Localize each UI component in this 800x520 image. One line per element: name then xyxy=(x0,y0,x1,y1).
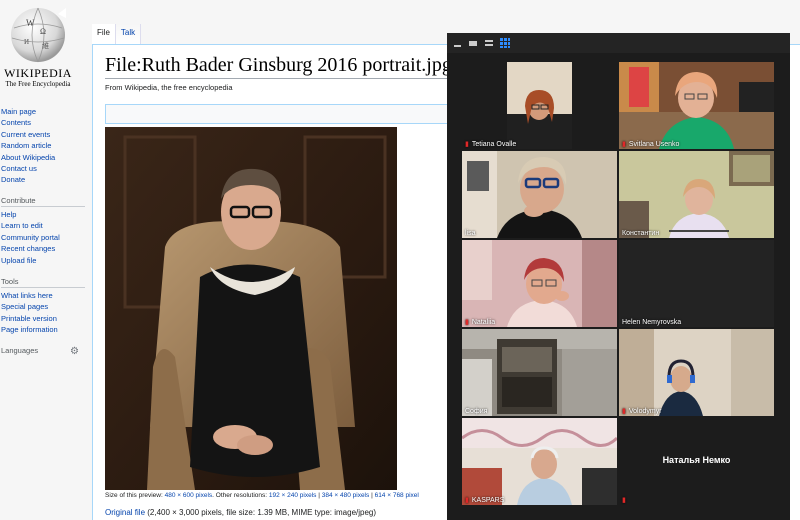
tab-talk[interactable]: Talk xyxy=(115,24,142,44)
participant-tile[interactable]: ▮ Volodymyr xyxy=(619,329,774,416)
resolution-link[interactable]: 384 × 480 pixels xyxy=(322,492,370,499)
svg-text:Ω: Ω xyxy=(40,27,46,36)
participant-video xyxy=(462,62,617,149)
nav-heading-languages: Languages xyxy=(1,346,39,355)
nav-link-help[interactable]: Help xyxy=(1,209,89,220)
wikipedia-wordmark: Wikipedia xyxy=(4,66,72,80)
participant-name: ▮ Nataliia xyxy=(465,319,496,326)
nav-link-contact[interactable]: Contact us xyxy=(1,163,89,174)
nav-link-current-events[interactable]: Current events xyxy=(1,129,89,140)
mic-muted-icon: ▮ xyxy=(622,408,626,415)
mic-muted-icon: ▮ xyxy=(465,497,469,504)
mic-muted-icon: ▮ xyxy=(622,141,626,148)
participant-tile-no-video[interactable]: Наталья Немко ▮ xyxy=(619,418,774,505)
participant-tile[interactable]: ▮ KASPARS xyxy=(462,418,617,505)
original-file-line: Original file (2,400 × 3,000 pixels, fil… xyxy=(105,508,376,517)
portrait-image[interactable] xyxy=(105,127,397,490)
nav-link-learn-to-edit[interactable]: Learn to edit xyxy=(1,220,89,231)
svg-text:И: И xyxy=(24,38,29,46)
preview-size-link[interactable]: 480 × 600 pixels xyxy=(165,492,213,499)
nav-contribute: Help Learn to edit Community portal Rece… xyxy=(1,209,89,266)
resolution-link[interactable]: 614 × 768 pixel xyxy=(375,492,419,499)
mic-muted-icon: ▮ xyxy=(465,319,469,326)
screen: W Ω И 維 Wikipedia The Free Encyclopedia … xyxy=(0,0,800,520)
nav-link-page-information[interactable]: Page information xyxy=(1,324,89,335)
mic-muted-icon: ▮ xyxy=(622,497,626,504)
participant-tile[interactable]: София xyxy=(462,329,617,416)
nav-divider xyxy=(1,287,85,288)
participant-video xyxy=(462,418,617,505)
strip-view-icon[interactable] xyxy=(483,37,495,49)
nav-main: Main page Contents Current events Random… xyxy=(1,106,89,186)
participant-tile[interactable]: ▮ Nataliia xyxy=(462,240,617,327)
participant-name: Helen Nemyrovska xyxy=(622,319,682,326)
nav-link-what-links-here[interactable]: What links here xyxy=(1,290,89,301)
original-file-link[interactable]: Original file xyxy=(105,508,145,517)
nav-link-printable-version[interactable]: Printable version xyxy=(1,313,89,324)
wikipedia-globe-logo[interactable]: W Ω И 維 xyxy=(6,4,70,64)
participant-name: ▮ Tetiana Ovalle xyxy=(465,141,517,148)
svg-text:維: 維 xyxy=(42,41,49,50)
participant-video xyxy=(462,151,617,238)
page-tabs: File Talk xyxy=(92,24,142,44)
nav-link-donate[interactable]: Donate xyxy=(1,174,89,185)
participant-name: ▮ Svitlana Usenko xyxy=(622,141,680,148)
participant-name: Константин xyxy=(622,230,660,237)
participant-name: ▮ KASPARS xyxy=(465,497,505,504)
svg-text:W: W xyxy=(26,18,35,28)
nav-link-upload-file[interactable]: Upload file xyxy=(1,255,89,266)
participant-name: ▮ Volodymyr xyxy=(622,408,662,415)
other-res-prefix: . Other resolutions: xyxy=(212,492,268,499)
speaker-view-icon[interactable] xyxy=(467,37,479,49)
wiki-sidebar: W Ω И 維 Wikipedia The Free Encyclopedia … xyxy=(0,0,92,520)
mic-muted-icon: ▮ xyxy=(465,141,469,148)
participant-tile-no-video[interactable]: Helen Nemyrovska xyxy=(619,240,774,327)
nav-link-about[interactable]: About Wikipedia xyxy=(1,152,89,163)
participant-video xyxy=(619,62,774,149)
gear-icon[interactable]: ⚙ xyxy=(70,346,79,357)
participant-video xyxy=(462,240,617,327)
gallery-view-icon[interactable] xyxy=(499,37,511,49)
preview-prefix: Size of this preview: xyxy=(105,492,163,499)
file-toc-bar xyxy=(105,104,457,124)
nav-link-special-pages[interactable]: Special pages xyxy=(1,301,89,312)
wikipedia-tagline: The Free Encyclopedia xyxy=(5,80,71,88)
nav-link-random-article[interactable]: Random article xyxy=(1,140,89,151)
nav-link-contents[interactable]: Contents xyxy=(1,117,89,128)
title-divider xyxy=(105,78,465,79)
participant-video xyxy=(619,329,774,416)
mic-muted-indicator: ▮ xyxy=(622,496,629,504)
nav-link-recent-changes[interactable]: Recent changes xyxy=(1,243,89,254)
participant-video xyxy=(619,151,774,238)
nav-heading-contribute: Contribute xyxy=(1,196,36,205)
participant-name: lisa xyxy=(465,230,476,237)
participant-video xyxy=(462,329,617,416)
from-line: From Wikipedia, the free encyclopedia xyxy=(105,83,233,92)
participant-tile[interactable]: ▮ Tetiana Ovalle xyxy=(462,62,617,149)
view-toolbar xyxy=(447,33,790,53)
participant-tile-active-speaker[interactable]: lisa xyxy=(462,151,617,238)
minimize-icon[interactable] xyxy=(452,37,464,49)
nav-link-main-page[interactable]: Main page xyxy=(1,106,89,117)
resolution-link[interactable]: 192 × 240 pixels xyxy=(269,492,317,499)
participant-display-name: Наталья Немко xyxy=(662,455,731,465)
tab-file[interactable]: File xyxy=(92,24,116,44)
participant-name: София xyxy=(465,408,488,415)
nav-tools: What links here Special pages Printable … xyxy=(1,290,89,336)
original-file-info: (2,400 × 3,000 pixels, file size: 1.39 M… xyxy=(147,508,377,517)
page-title: File:Ruth Bader Ginsburg 2016 portrait.j… xyxy=(105,54,452,76)
preview-size-line: Size of this preview: 480 × 600 pixels. … xyxy=(105,492,419,499)
nav-divider xyxy=(1,206,85,207)
video-call-window[interactable]: ▮ Tetiana Ovalle ▮ Svitlana Usenko lisa … xyxy=(447,33,790,520)
nav-heading-tools: Tools xyxy=(1,277,19,286)
nav-link-community-portal[interactable]: Community portal xyxy=(1,232,89,243)
participant-tile[interactable]: ▮ Svitlana Usenko xyxy=(619,62,774,149)
participant-tile[interactable]: Константин xyxy=(619,151,774,238)
